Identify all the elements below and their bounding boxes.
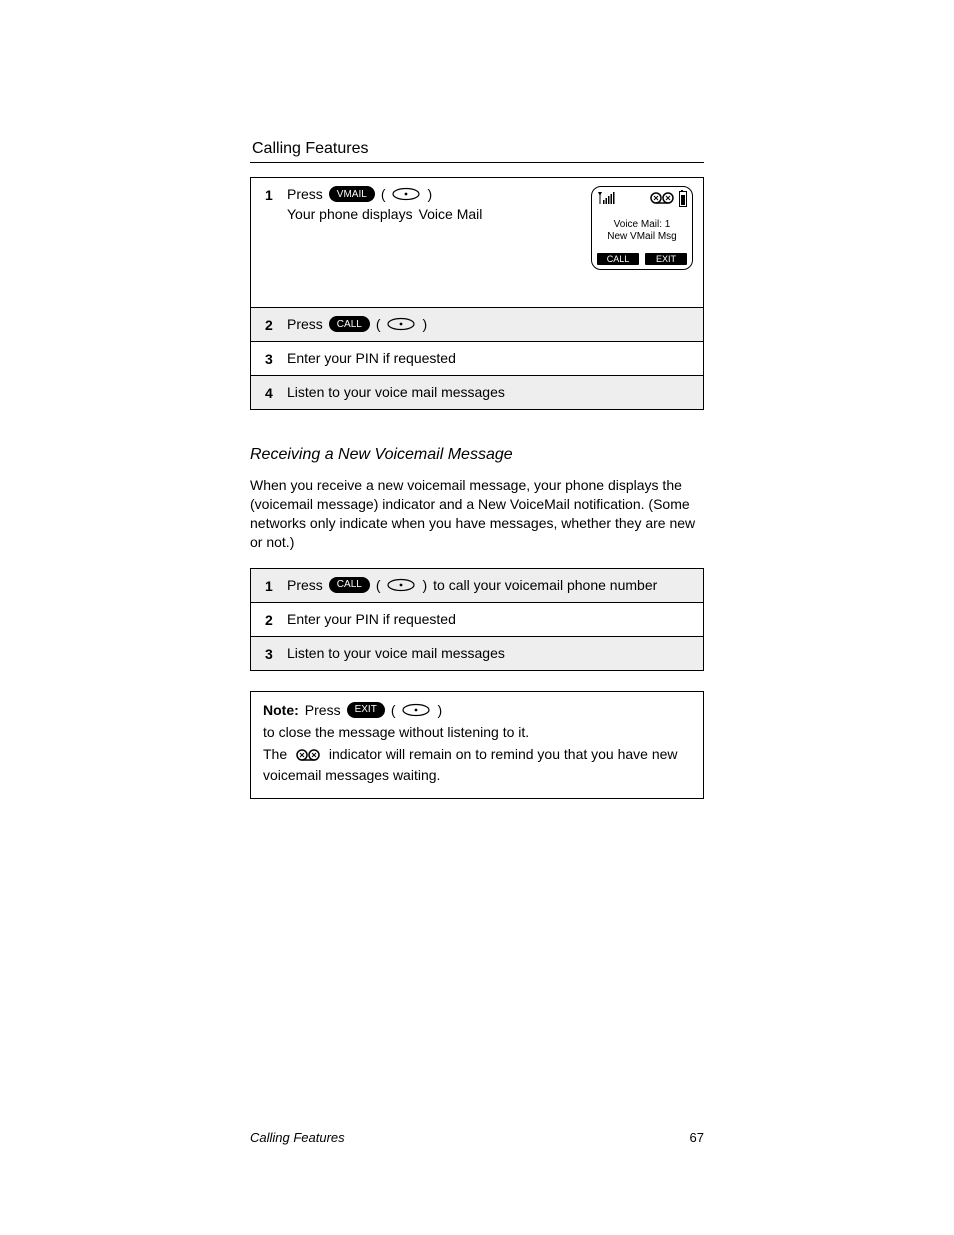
step-number: 1 [265,577,287,594]
paren-close: ) [422,316,427,332]
step-number: 4 [265,384,287,401]
step-text: Listen to your voice mail messages [287,384,693,400]
note-box: Note: Press EXIT ( ) to close the messag… [250,691,704,799]
step-rest: to call your voicemail phone number [433,577,657,593]
softkey-icon [386,578,416,592]
softkey-icon [391,187,421,201]
lcd-line1: Voice Mail: 1 [597,219,687,231]
paren-open: ( [376,577,381,593]
footer-title: Calling Features [250,1130,345,1145]
step-result-pre: Your phone displays [287,206,413,222]
step-result-main: Voice Mail [419,206,483,222]
body-text: When you receive a new voicemail message… [250,476,704,552]
battery-icon [679,191,687,207]
step-row: 3 Listen to your voice mail messages [251,637,703,670]
step-text: Press [287,577,323,593]
step-text: Listen to your voice mail messages [287,645,693,661]
page-number: 67 [690,1130,704,1145]
step-row: 2 Enter your PIN if requested [251,603,703,637]
paren-open: ( [376,316,381,332]
subsection-title: Receiving a New Voicemail Message [250,446,704,464]
softkey-icon [401,703,431,717]
step-row: 4 Listen to your voice mail messages [251,376,703,409]
paren-close: ) [437,702,442,718]
softkey-pill: VMAIL [329,186,375,202]
softkey-pill: CALL [329,316,370,332]
paren-open: ( [381,186,386,202]
step-text: Enter your PIN if requested [287,611,693,627]
step-row: 1 Press VMAIL ( ) Your phone displays Vo… [251,178,703,308]
section-header: Calling Features [250,140,704,163]
step-row: 3 Enter your PIN if requested [251,342,703,376]
note-label: Note: [263,702,299,718]
step-text: Press [287,186,323,202]
step-number: 1 [265,186,287,203]
lcd-softkey-right: EXIT [645,253,687,265]
step-number: 2 [265,316,287,333]
step-text: Press [287,316,323,332]
paren-close: ) [427,186,432,202]
softkey-pill: CALL [329,577,370,593]
page-footer: Calling Features 67 [250,1130,704,1145]
lcd-line2: New VMail Msg [597,231,687,243]
step-number: 2 [265,611,287,628]
steps-box-receive: 1 Press CALL ( ) to call your voicemail … [250,568,704,671]
paren-close: ) [422,577,427,593]
step-row: 2 Press CALL ( ) [251,308,703,342]
steps-box-listen: 1 Press VMAIL ( ) Your phone displays Vo… [250,177,704,410]
step-number: 3 [265,645,287,662]
signal-icon [597,191,617,208]
step-number: 3 [265,350,287,367]
softkey-pill: EXIT [347,702,385,718]
lcd-screen: Voice Mail: 1 New VMail Msg CALL EXIT [591,186,693,270]
step-row: 1 Press CALL ( ) to call your voicemail … [251,569,703,603]
voicemail-icon [291,746,329,762]
paren-open: ( [391,702,396,718]
note-press: Press [305,702,341,718]
step-text: Enter your PIN if requested [287,350,693,366]
note-tail2-mid: indicator will remain on to remind you t… [329,746,648,762]
note-tail2-pre: The [263,746,291,762]
softkey-icon [386,317,416,331]
lcd-softkey-left: CALL [597,253,639,265]
note-tail1: to close the message without listening t… [263,724,529,740]
voicemail-icon [648,191,676,208]
